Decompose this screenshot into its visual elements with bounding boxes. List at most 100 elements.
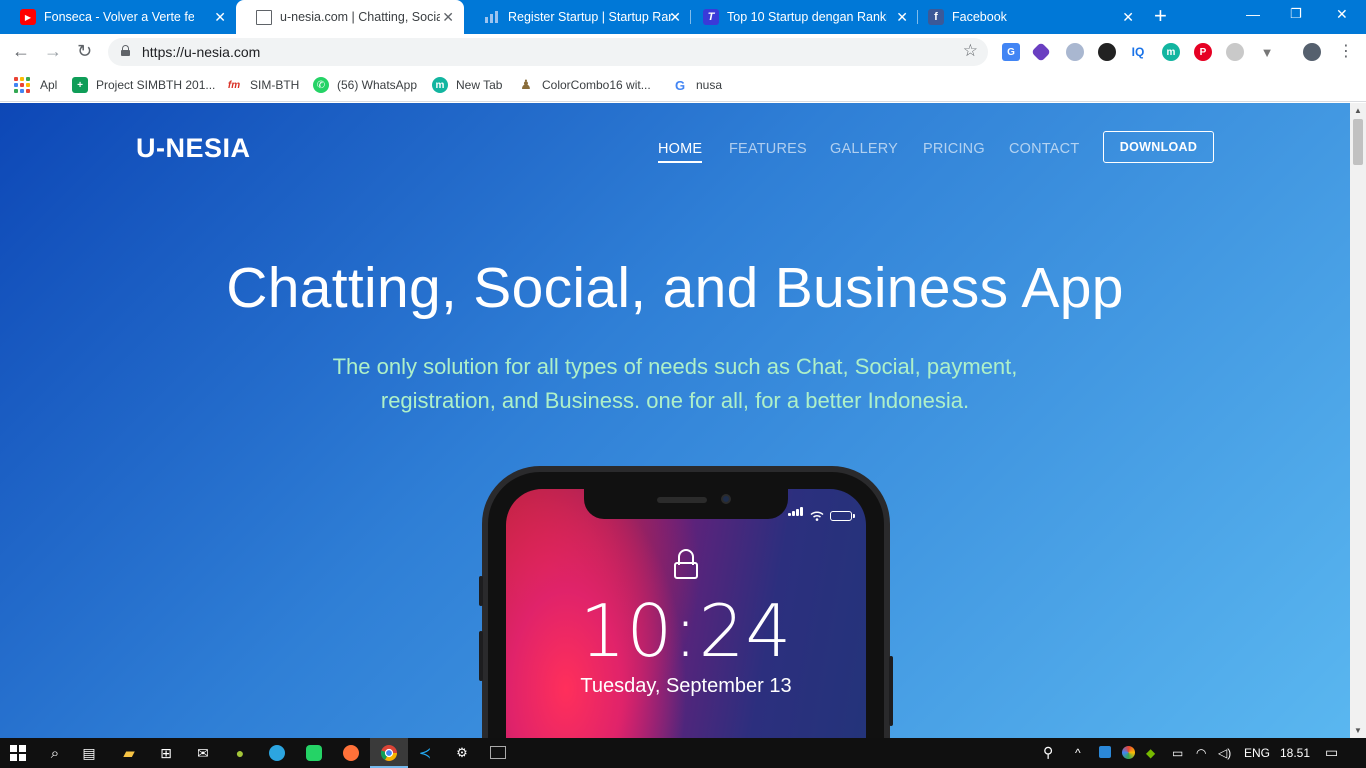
battery-tray-icon[interactable]: ▭ xyxy=(1172,746,1183,760)
front-camera xyxy=(721,494,731,504)
translate-icon[interactable]: G xyxy=(1002,43,1020,61)
search-icon[interactable]: ⌕ xyxy=(46,744,64,762)
nav-features[interactable]: FEATURES xyxy=(729,141,807,157)
bookmark-colorcombo[interactable]: ♟ ColorCombo16 wit... xyxy=(518,77,651,93)
tray-colorful-icon[interactable] xyxy=(1122,746,1135,759)
task-view-icon[interactable]: ▤ xyxy=(80,744,98,762)
dark-extension-icon[interactable] xyxy=(1098,43,1116,61)
close-icon[interactable]: ✕ xyxy=(896,9,908,26)
download-button[interactable]: DOWNLOAD xyxy=(1103,131,1214,163)
mail-icon[interactable]: ✉ xyxy=(194,744,212,762)
restore-icon[interactable]: ❐ xyxy=(1290,6,1302,22)
phone-side-button xyxy=(889,656,893,726)
chrome-icon[interactable] xyxy=(380,744,398,762)
tab-youtube[interactable]: ▶ Fonseca - Volver a Verte fe ✕ xyxy=(0,0,236,34)
m-icon: m xyxy=(432,77,448,93)
bookmark-label: nusa xyxy=(696,78,723,92)
lock-icon[interactable] xyxy=(121,45,130,56)
store-icon[interactable]: ⊞ xyxy=(157,744,175,762)
close-icon[interactable]: ✕ xyxy=(442,9,454,26)
page-scrollbar[interactable]: ▲ ▼ xyxy=(1350,103,1366,738)
firefox-icon[interactable] xyxy=(342,744,360,762)
tab-title: Top 10 Startup dengan Ranking xyxy=(727,10,887,24)
bookmark-new-tab[interactable]: m New Tab xyxy=(432,77,502,93)
round-extension-icon[interactable] xyxy=(1066,43,1084,61)
vscode-icon[interactable]: ≺ xyxy=(416,744,434,762)
nav-home[interactable]: HOME xyxy=(658,141,703,163)
pinterest-icon[interactable]: P xyxy=(1194,43,1212,61)
signal-icon xyxy=(788,503,804,521)
scroll-up-icon[interactable]: ▲ xyxy=(1354,106,1362,115)
v-extension-icon[interactable]: ▼ xyxy=(1258,43,1276,61)
tab-title: Fonseca - Volver a Verte fe xyxy=(44,10,194,24)
tray-app-icon[interactable] xyxy=(1099,746,1111,758)
close-icon[interactable]: ✕ xyxy=(1122,9,1134,26)
minimize-icon[interactable]: — xyxy=(1246,6,1260,22)
t-icon: T xyxy=(703,9,719,25)
language-indicator[interactable]: ENG xyxy=(1244,746,1270,760)
close-icon[interactable]: ✕ xyxy=(669,9,681,26)
tab-u-nesia[interactable]: u-nesia.com | Chatting, Social, ✕ xyxy=(236,0,464,34)
network-tool-icon[interactable]: ⚙ xyxy=(453,744,471,762)
phone-side-button xyxy=(479,631,483,681)
nav-gallery[interactable]: GALLERY xyxy=(830,141,898,157)
tab-title: Facebook xyxy=(952,10,1007,24)
sheets-icon: + xyxy=(72,77,88,93)
page-viewport: U-NESIA HOME FEATURES GALLERY PRICING CO… xyxy=(0,103,1350,738)
tab-title: u-nesia.com | Chatting, Social, xyxy=(280,10,440,24)
notifications-icon[interactable]: ▭ xyxy=(1325,744,1338,761)
tab-top-10-startup[interactable]: T Top 10 Startup dengan Ranking ✕ xyxy=(691,0,918,34)
new-tab-icon[interactable]: + xyxy=(1154,5,1167,27)
scrollbar-thumb[interactable] xyxy=(1353,119,1363,165)
page-icon xyxy=(256,9,272,25)
reload-icon[interactable]: ↻ xyxy=(77,41,92,61)
gem-extension-icon[interactable] xyxy=(1031,42,1051,62)
file-explorer-icon[interactable]: ▰ xyxy=(120,744,138,762)
taskbar-clock[interactable]: 18.51 xyxy=(1280,746,1310,760)
people-icon[interactable]: ⚲ xyxy=(1043,744,1053,761)
close-icon[interactable]: ✕ xyxy=(214,9,226,26)
iq-extension-icon[interactable]: IQ xyxy=(1129,43,1147,61)
android-icon[interactable]: ● xyxy=(231,744,249,762)
terminal-icon[interactable] xyxy=(490,746,506,759)
forward-icon[interactable]: → xyxy=(44,41,62,61)
bookmark-nusa[interactable]: G nusa xyxy=(672,77,722,93)
windows-start-icon[interactable] xyxy=(9,744,27,762)
profile-avatar[interactable] xyxy=(1303,43,1321,61)
bookmark-label: Apl xyxy=(40,78,58,92)
scroll-down-icon[interactable]: ▼ xyxy=(1354,726,1362,735)
bookmark-apps[interactable]: Apl xyxy=(14,77,57,93)
chart-icon xyxy=(484,9,500,25)
nvidia-icon[interactable]: ◆ xyxy=(1146,746,1155,760)
bookmark-project-simbth[interactable]: + Project SIMBTH 201... xyxy=(72,77,215,93)
bookmark-sim-bth[interactable]: fm SIM-BTH xyxy=(226,77,299,93)
telegram-icon[interactable] xyxy=(268,744,286,762)
close-window-icon[interactable]: ✕ xyxy=(1336,6,1348,23)
colorcombo-icon: ♟ xyxy=(520,77,532,92)
windows-taskbar: ⌕ ▤ ▰ ⊞ ✉ ● ≺ ⚙ ⚲ ^ ◆ ▭ ◠ ◁) ENG 18.51 ▭ xyxy=(0,738,1366,768)
grey-extension-icon[interactable] xyxy=(1226,43,1244,61)
m-extension-icon[interactable]: m xyxy=(1162,43,1180,61)
nav-pricing[interactable]: PRICING xyxy=(923,141,985,157)
wifi-icon xyxy=(810,511,824,521)
hero-subtitle-line-2: registration, and Business. one for all,… xyxy=(380,388,970,413)
bookmark-label: New Tab xyxy=(456,78,503,92)
site-logo[interactable]: U-NESIA xyxy=(136,133,251,164)
nav-contact[interactable]: CONTACT xyxy=(1009,141,1079,157)
back-icon[interactable]: ← xyxy=(12,41,30,61)
address-bar[interactable]: https://u-nesia.com ☆ xyxy=(108,38,988,66)
tab-facebook[interactable]: f Facebook ✕ xyxy=(918,0,1144,34)
volume-icon[interactable]: ◁) xyxy=(1218,746,1231,760)
tray-chevron-icon[interactable]: ^ xyxy=(1075,746,1081,760)
whatsapp-icon: ✆ xyxy=(313,77,329,93)
whatsapp-icon[interactable] xyxy=(305,744,323,762)
hero-title: Chatting, Social, and Business App xyxy=(226,256,1124,320)
hero-subtitle: The only solution for all types of needs… xyxy=(300,350,1050,418)
tab-startup-ranking[interactable]: Register Startup | Startup Rank ✕ xyxy=(464,0,691,34)
wifi-tray-icon[interactable]: ◠ xyxy=(1196,746,1206,760)
bookmark-star-icon[interactable]: ☆ xyxy=(963,41,978,61)
url-text[interactable]: https://u-nesia.com xyxy=(142,44,260,60)
menu-icon[interactable]: ⋮ xyxy=(1338,42,1354,62)
bookmark-whatsapp[interactable]: ✆ (56) WhatsApp xyxy=(313,77,417,93)
google-icon: G xyxy=(674,77,686,93)
